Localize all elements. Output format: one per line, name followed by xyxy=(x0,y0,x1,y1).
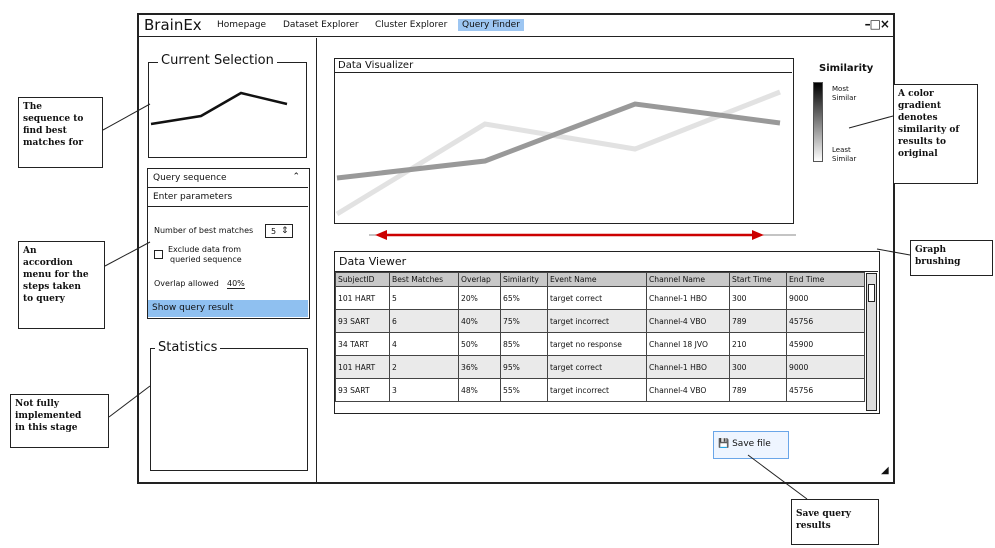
note-line: Not fully xyxy=(15,399,60,409)
note-save: Save query results xyxy=(791,499,879,545)
note-line: results to xyxy=(898,137,947,147)
note-brushing: Graph brushing xyxy=(910,240,993,276)
note-line: The xyxy=(23,102,42,112)
note-line: denotes xyxy=(898,113,938,123)
note-line: A color xyxy=(898,89,934,99)
note-line: similarity of xyxy=(898,125,960,135)
note-accordion: An accordion menu for the steps taken to… xyxy=(18,241,105,329)
note-line: gradient xyxy=(898,101,942,111)
note-line: to query xyxy=(23,294,65,304)
note-line: Graph xyxy=(915,245,947,255)
callout-lines xyxy=(102,103,911,500)
note-line: sequence to xyxy=(23,114,84,124)
note-line: menu for the xyxy=(23,270,89,280)
note-line: implemented xyxy=(15,411,82,421)
note-line: steps taken xyxy=(23,282,81,292)
note-statistics: Not fully implemented in this stage xyxy=(10,394,109,448)
note-line: original xyxy=(898,149,938,159)
note-line: accordion xyxy=(23,258,73,268)
note-line: in this stage xyxy=(15,423,78,433)
note-line: Save query xyxy=(796,509,851,519)
note-line: brushing xyxy=(915,257,961,267)
note-line: find best xyxy=(23,126,67,136)
note-line: An xyxy=(23,246,37,256)
note-sequence: The sequence to find best matches for xyxy=(18,97,103,168)
note-line: matches for xyxy=(23,138,84,148)
note-line: results xyxy=(796,521,831,531)
note-gradient: A color gradient denotes similarity of r… xyxy=(893,84,978,184)
